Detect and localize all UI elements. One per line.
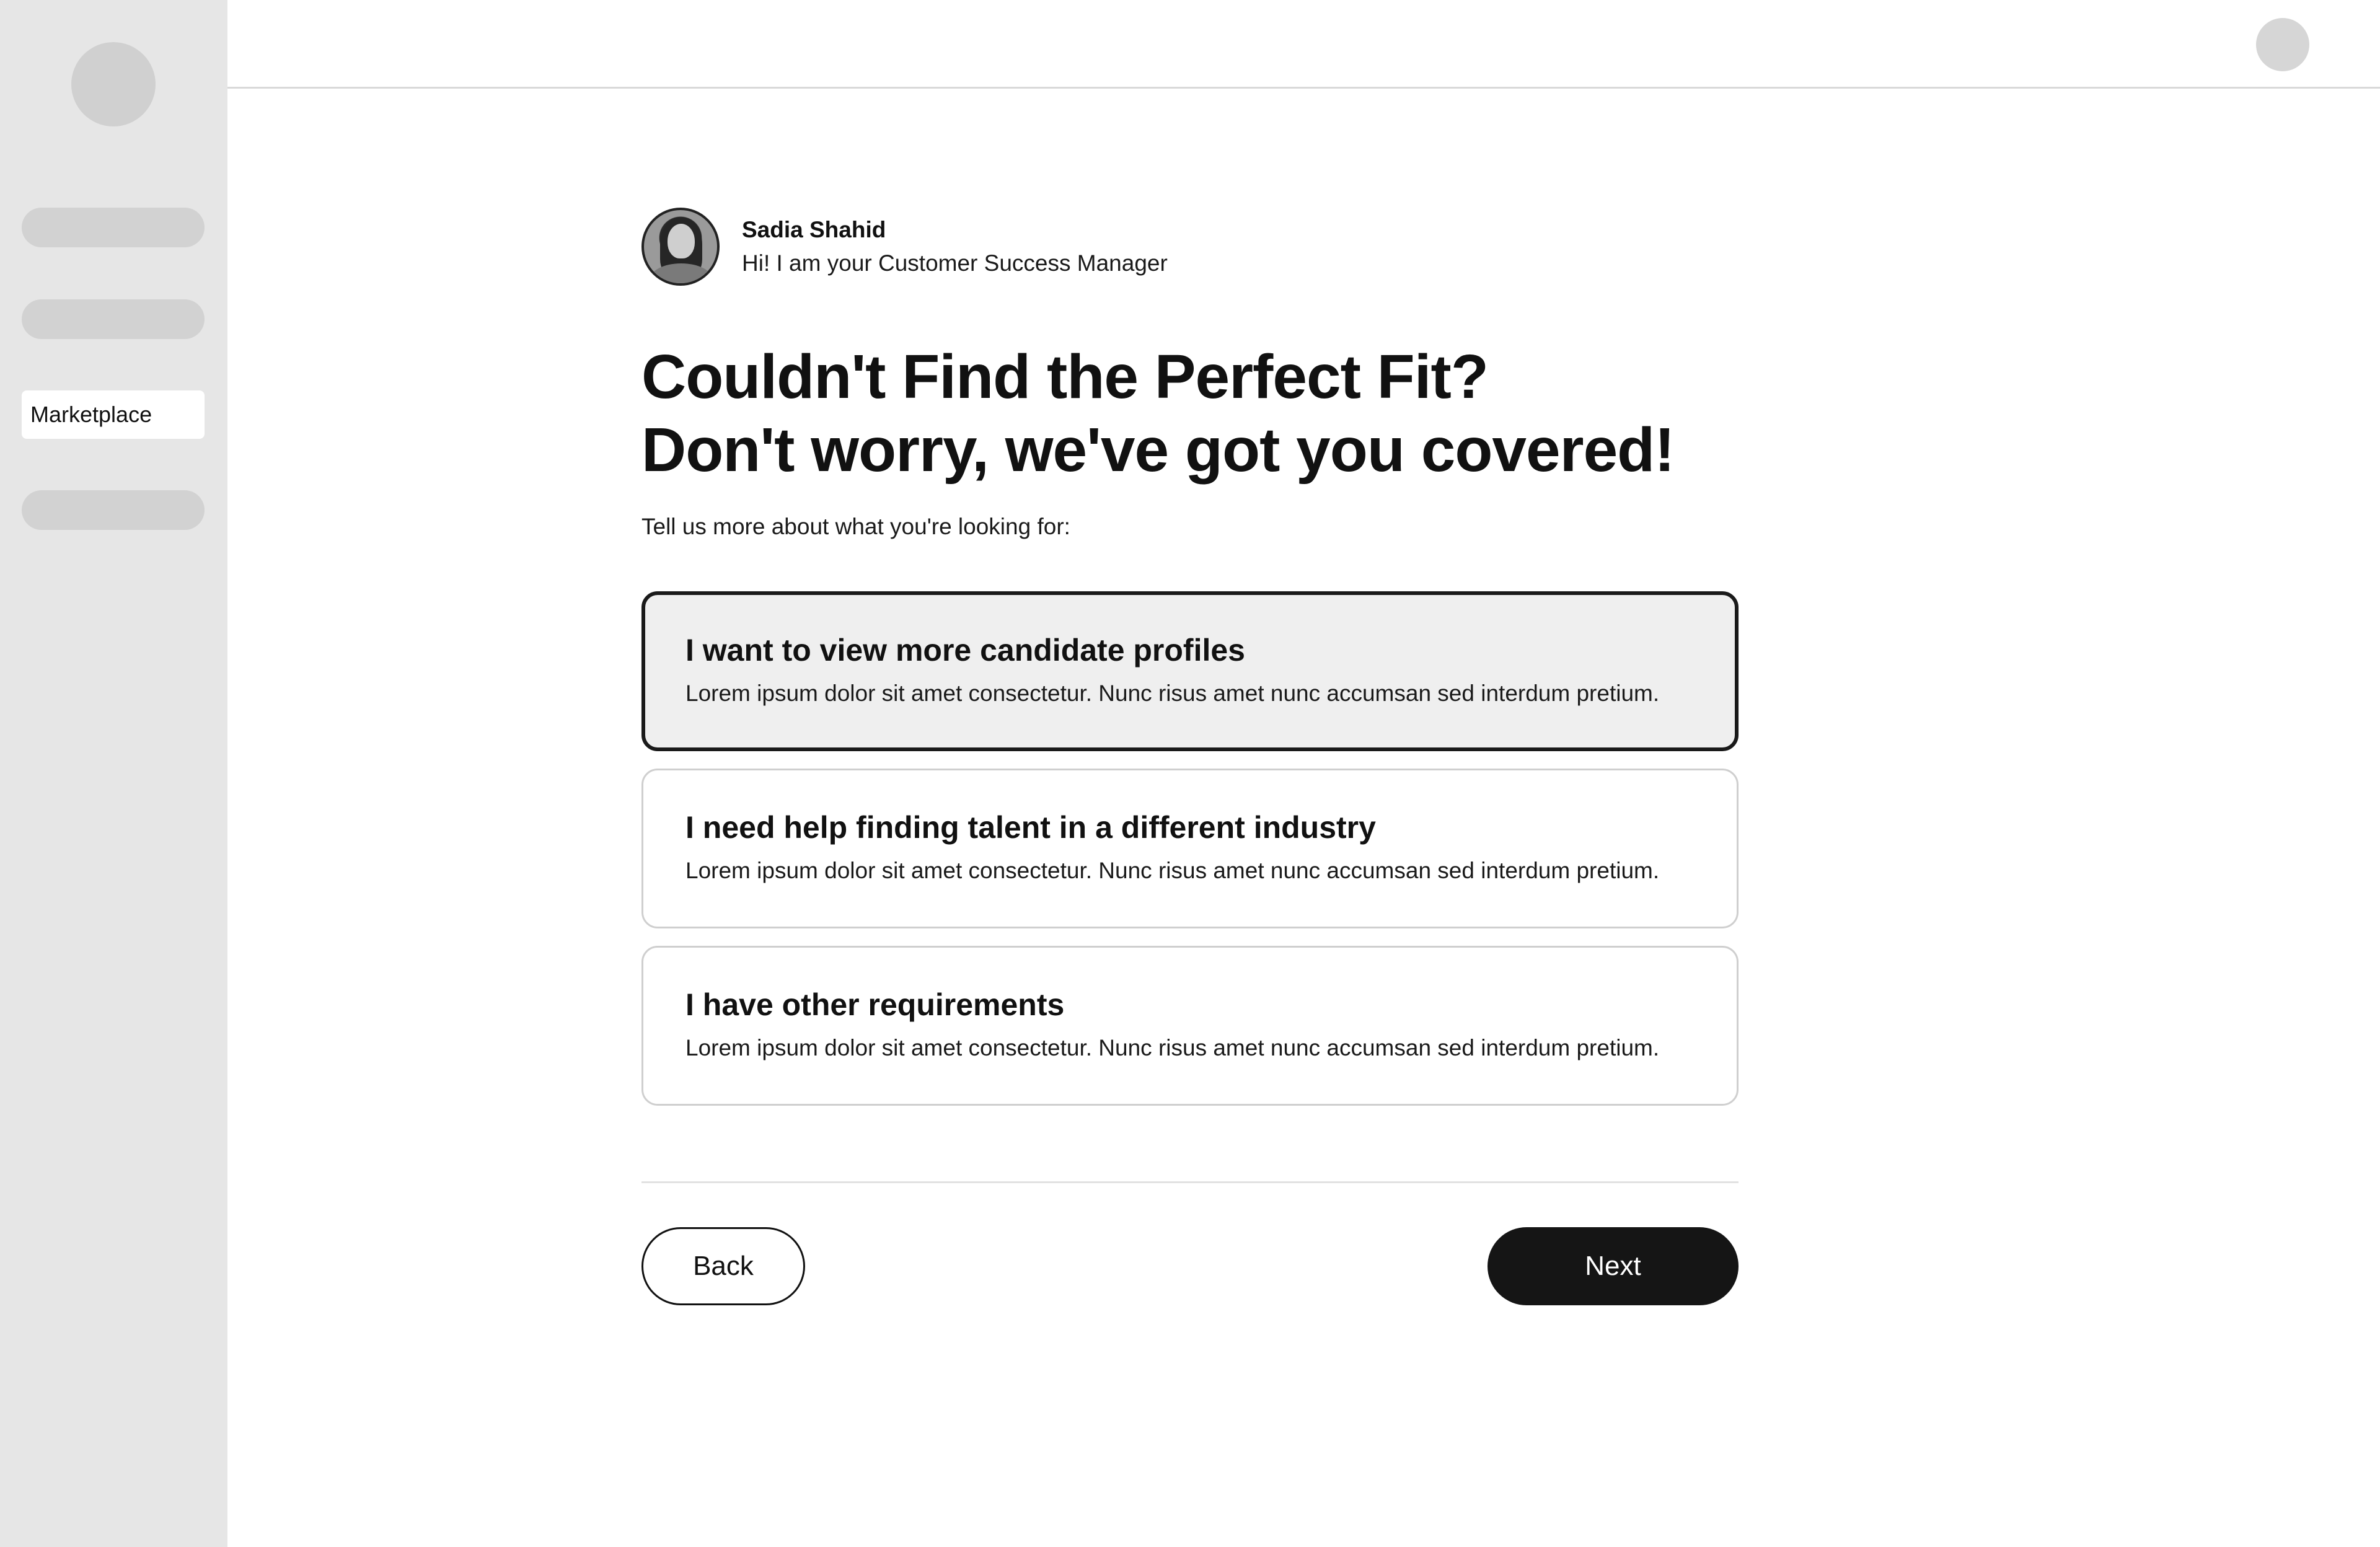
page-title-line-2: Don't worry, we've got you covered! [641,415,1675,485]
sidebar-item-placeholder-4[interactable] [22,490,205,530]
page-title: Couldn't Find the Perfect Fit? Don't wor… [641,340,1739,487]
sidebar: Marketplace [0,0,227,1547]
option-title: I want to view more candidate profiles [685,633,1245,668]
option-description: Lorem ipsum dolor sit amet consectetur. … [685,1035,1660,1060]
manager-intro: Sadia Shahid Hi! I am your Customer Succ… [641,206,1739,287]
action-bar: Back Next [641,1227,1739,1305]
page-subtitle: Tell us more about what you're looking f… [641,514,1070,539]
option-list: I want to view more candidate profiles L… [641,591,1739,1106]
option-card-other-requirements[interactable]: I have other requirements Lorem ipsum do… [641,946,1739,1106]
page-title-line-1: Couldn't Find the Perfect Fit? [641,342,1489,412]
main-content: Sadia Shahid Hi! I am your Customer Succ… [641,206,1739,1305]
option-card-different-industry[interactable]: I need help finding talent in a differen… [641,769,1739,928]
manager-text: Sadia Shahid Hi! I am your Customer Succ… [742,213,1168,280]
sidebar-item-placeholder-1[interactable] [22,208,205,247]
top-bar [227,0,2380,89]
avatar-face-shape [668,224,695,258]
manager-name: Sadia Shahid [742,217,886,242]
manager-role: Hi! I am your Customer Success Manager [742,250,1168,276]
divider [641,1181,1739,1183]
option-card-view-more-profiles[interactable]: I want to view more candidate profiles L… [641,591,1739,751]
option-title: I have other requirements [685,987,1065,1022]
avatar-shoulders-shape [650,263,712,283]
sidebar-logo-placeholder[interactable] [71,42,156,126]
user-avatar[interactable] [2256,18,2309,71]
option-description: Lorem ipsum dolor sit amet consectetur. … [685,681,1660,706]
manager-avatar [641,208,720,286]
option-title: I need help finding talent in a differen… [685,810,1376,845]
sidebar-item-marketplace[interactable]: Marketplace [22,390,205,439]
sidebar-item-placeholder-2[interactable] [22,299,205,339]
next-button[interactable]: Next [1488,1227,1739,1305]
back-button[interactable]: Back [641,1227,805,1305]
option-description: Lorem ipsum dolor sit amet consectetur. … [685,858,1660,883]
